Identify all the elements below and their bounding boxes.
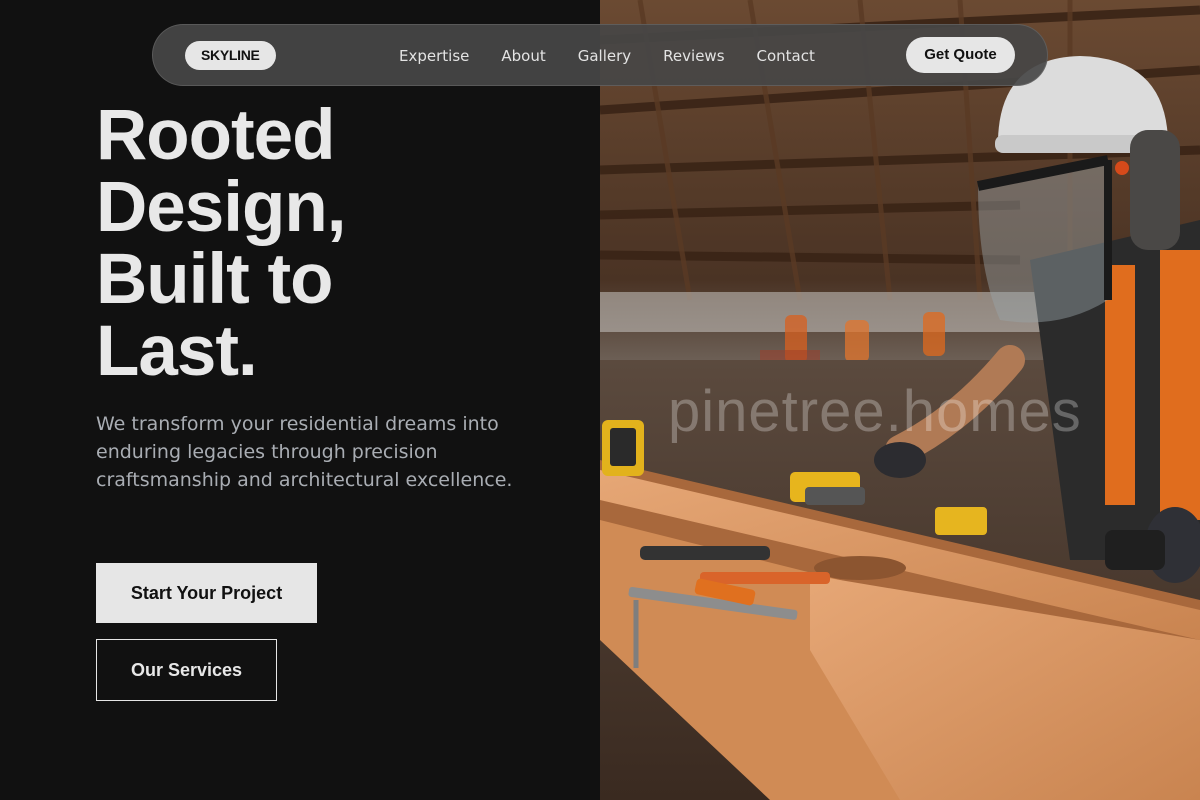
hero-subtext: We transform your residential dreams int…	[96, 413, 513, 491]
nav-link-gallery[interactable]: Gallery	[578, 47, 631, 65]
nav-link-expertise[interactable]: Expertise	[399, 47, 469, 65]
get-quote-button[interactable]: Get Quote	[906, 37, 1015, 73]
nav-link-contact[interactable]: Contact	[757, 47, 815, 65]
top-navigation: SKYLINE Expertise About Gallery Reviews …	[152, 24, 1048, 86]
our-services-button[interactable]: Our Services	[96, 639, 277, 701]
headline-line: Built to	[96, 240, 333, 319]
hero-headline: Rooted Design, Built to Last.	[96, 100, 556, 388]
nav-links: Expertise About Gallery Reviews Contact	[399, 25, 815, 87]
skyline-logo[interactable]: SKYLINE	[185, 41, 276, 70]
headline-line: Last.	[96, 312, 258, 391]
watermark-text: pinetree.homes	[668, 379, 1082, 444]
headline-line: Design,	[96, 168, 346, 247]
hero-left-panel: Rooted Design, Built to Last. We transfo…	[0, 0, 600, 800]
headline-line: Rooted	[96, 96, 336, 175]
nav-link-reviews[interactable]: Reviews	[663, 47, 724, 65]
hero-image: pinetree.homes	[600, 0, 1200, 800]
start-project-button[interactable]: Start Your Project	[96, 563, 317, 623]
nav-link-about[interactable]: About	[501, 47, 545, 65]
page: Rooted Design, Built to Last. We transfo…	[0, 0, 1200, 800]
